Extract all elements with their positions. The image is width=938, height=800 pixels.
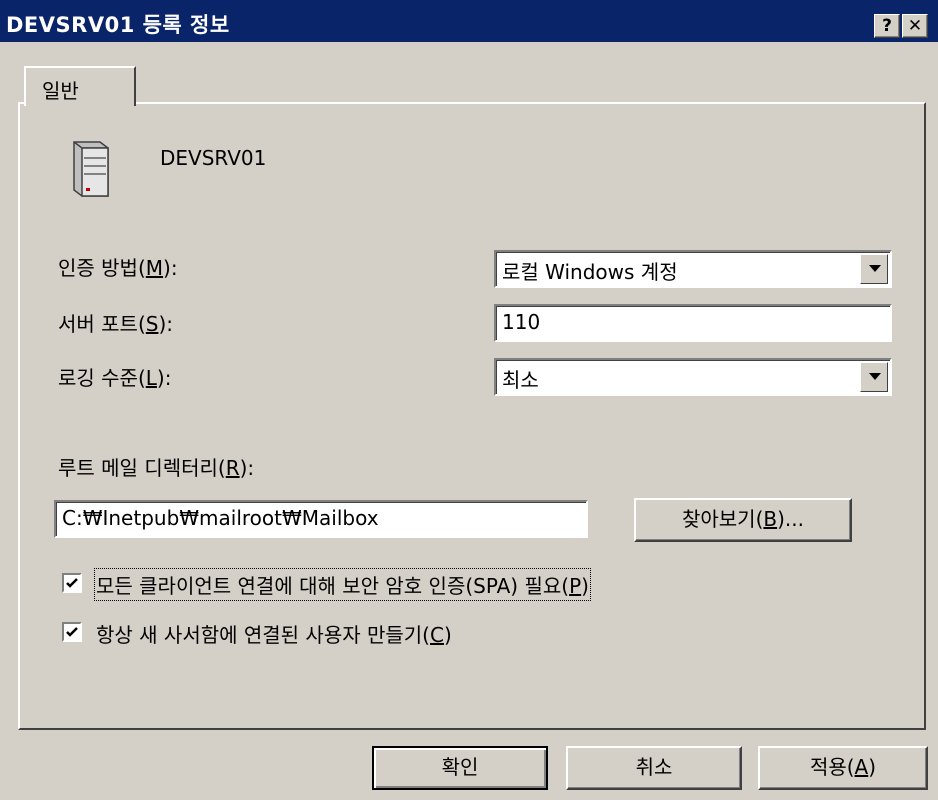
chevron-down-icon	[869, 373, 881, 380]
create-user-checkbox[interactable]	[62, 622, 82, 642]
auth-method-dropdown-button[interactable]	[860, 254, 888, 284]
root-mail-directory-input[interactable]: C:₩Inetpub₩mailroot₩Mailbox	[54, 500, 588, 538]
create-user-label[interactable]: 항상 새 사서함에 연결된 사용자 만들기(C)	[96, 619, 452, 648]
logging-level-label: 로깅 수준(L):	[58, 366, 172, 390]
help-button[interactable]: ?	[874, 14, 900, 38]
server-port-input[interactable]: 110	[494, 304, 892, 342]
tab-general-label: 일반	[42, 79, 79, 103]
browse-button[interactable]: 찾아보기(B)...	[634, 498, 852, 542]
root-mail-directory-label: 루트 메일 디렉터리(R):	[58, 456, 255, 480]
close-icon: ✕	[907, 16, 923, 36]
close-button[interactable]: ✕	[902, 14, 928, 38]
server-name: DEVSRV01	[160, 146, 267, 170]
spa-required-label[interactable]: 모든 클라이언트 연결에 대해 보안 암호 인증(SPA) 필요(P)	[94, 568, 591, 601]
chevron-down-icon	[869, 265, 881, 272]
cancel-button[interactable]: 취소	[566, 746, 742, 790]
tab-general[interactable]: 일반	[24, 66, 136, 106]
root-mail-directory-value: C:₩Inetpub₩mailroot₩Mailbox	[62, 506, 379, 530]
checkmark-icon	[66, 578, 78, 588]
logging-level-select[interactable]: 최소	[494, 358, 892, 396]
server-icon	[73, 141, 109, 197]
spa-required-checkbox[interactable]	[62, 573, 82, 593]
apply-button[interactable]: 적용(A)	[758, 746, 928, 790]
auth-method-value: 로컬 Windows 계정	[502, 260, 678, 284]
title-bar: DEVSRV01 등록 정보 ? ✕	[0, 0, 938, 42]
checkmark-icon	[66, 627, 78, 637]
help-icon: ?	[882, 16, 892, 36]
ok-button[interactable]: 확인	[372, 746, 548, 790]
auth-method-select[interactable]: 로컬 Windows 계정	[494, 250, 892, 288]
logging-level-value: 최소	[502, 368, 539, 392]
auth-method-label: 인증 방법(M):	[58, 256, 178, 280]
window-title: DEVSRV01 등록 정보	[6, 13, 230, 37]
logging-level-dropdown-button[interactable]	[860, 362, 888, 392]
server-port-label: 서버 포트(S):	[58, 312, 174, 336]
server-port-value: 110	[502, 310, 541, 334]
